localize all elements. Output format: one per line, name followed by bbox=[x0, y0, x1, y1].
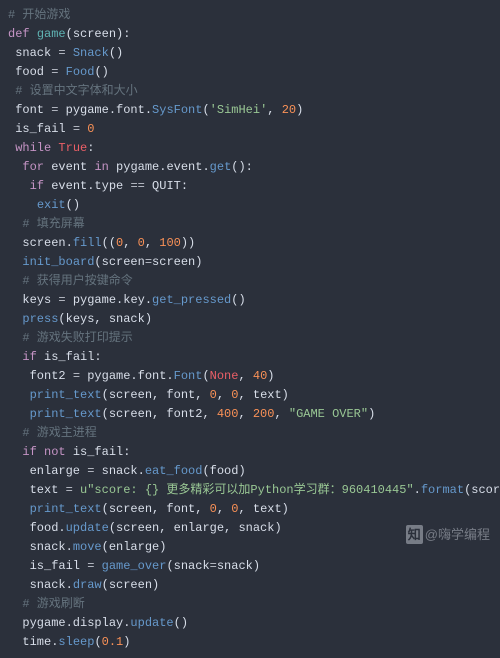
code-line: font2 = pygame.font.Font(None, 40) bbox=[8, 367, 492, 386]
code-line: for event in pygame.event.get(): bbox=[8, 158, 492, 177]
code-line: # 游戏刷断 bbox=[8, 595, 492, 614]
code-line: is_fail = game_over(snack=snack) bbox=[8, 557, 492, 576]
code-line: if is_fail: bbox=[8, 348, 492, 367]
code-line: if not is_fail: bbox=[8, 443, 492, 462]
code-line: print_text(screen, font2, 400, 200, "GAM… bbox=[8, 405, 492, 424]
code-block: # 开始游戏def game(screen): snack = Snack() … bbox=[0, 0, 500, 658]
code-line: text = u"score: {} 更多精彩可以加Python学习群：9604… bbox=[8, 481, 492, 500]
code-line: # 开始游戏 bbox=[8, 6, 492, 25]
code-line: if event.type == QUIT: bbox=[8, 177, 492, 196]
watermark-text: @嗨学编程 bbox=[425, 527, 490, 542]
code-line: food = Food() bbox=[8, 63, 492, 82]
watermark: 知@嗨学编程 bbox=[406, 525, 490, 544]
code-line: print_text(screen, font, 0, 0, text) bbox=[8, 386, 492, 405]
code-line: def game(screen): bbox=[8, 25, 492, 44]
code-line: init_board(screen=screen) bbox=[8, 253, 492, 272]
code-line: # 填充屏幕 bbox=[8, 215, 492, 234]
code-line: screen.fill((0, 0, 100)) bbox=[8, 234, 492, 253]
code-line: snack.draw(screen) bbox=[8, 576, 492, 595]
zhihu-logo-icon: 知 bbox=[406, 525, 423, 544]
code-line: enlarge = snack.eat_food(food) bbox=[8, 462, 492, 481]
code-line: # 游戏失败打印提示 bbox=[8, 329, 492, 348]
code-line: pygame.display.update() bbox=[8, 614, 492, 633]
code-line: print_text(screen, font, 0, 0, text) bbox=[8, 500, 492, 519]
code-line: press(keys, snack) bbox=[8, 310, 492, 329]
code-line: is_fail = 0 bbox=[8, 120, 492, 139]
code-line: snack = Snack() bbox=[8, 44, 492, 63]
code-line: # 设置中文字体和大小 bbox=[8, 82, 492, 101]
code-line: font = pygame.font.SysFont('SimHei', 20) bbox=[8, 101, 492, 120]
code-line: while True: bbox=[8, 139, 492, 158]
code-line: # 游戏主进程 bbox=[8, 424, 492, 443]
code-line: keys = pygame.key.get_pressed() bbox=[8, 291, 492, 310]
code-line: time.sleep(0.1) bbox=[8, 633, 492, 652]
code-line: # 获得用户按键命令 bbox=[8, 272, 492, 291]
code-line: exit() bbox=[8, 196, 492, 215]
